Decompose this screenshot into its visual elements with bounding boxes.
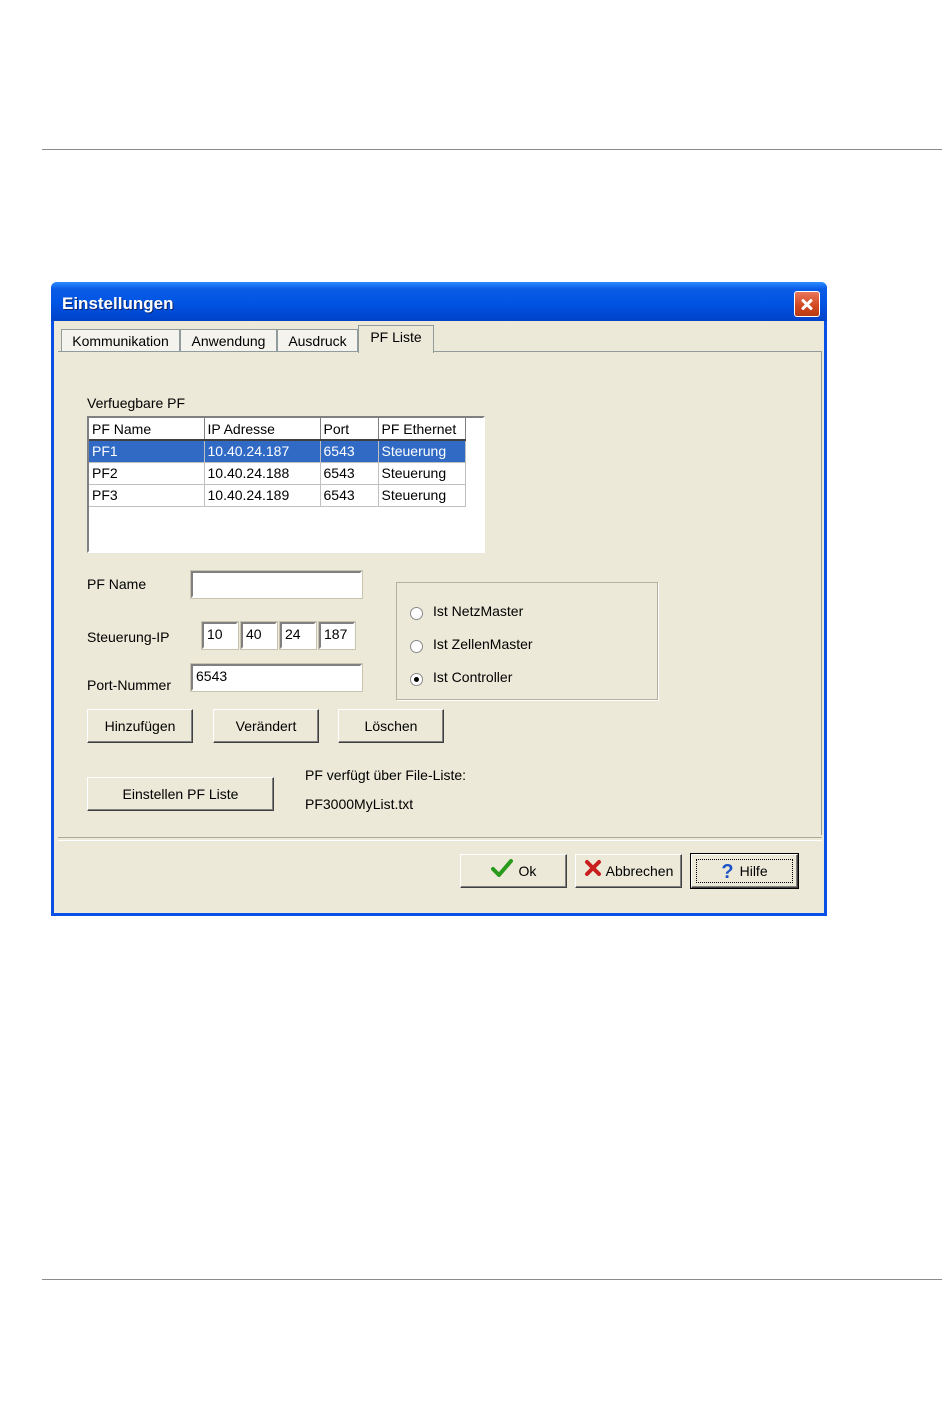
table-cell: 6543: [320, 484, 379, 507]
table-cell: PF2: [89, 462, 205, 485]
radio-zellenmaster-label[interactable]: Ist ZellenMaster: [433, 636, 533, 652]
ip-octet-4-input[interactable]: 187: [318, 621, 356, 650]
table-cell: Steuerung: [378, 462, 466, 485]
tab-ausdruck[interactable]: Ausdruck: [277, 329, 358, 352]
close-icon[interactable]: [794, 291, 820, 317]
abbrechen-label: Abbrechen: [605, 863, 674, 879]
radio-netzmaster[interactable]: [410, 607, 423, 620]
focus-rectangle: [696, 859, 793, 883]
checkmark-icon: [490, 856, 513, 888]
pf-name-label: PF Name: [87, 576, 147, 592]
abbrechen-button[interactable]: Abbrechen: [575, 854, 682, 888]
tab-label: Kommunikation: [72, 333, 169, 349]
table-cell: 10.40.24.187: [204, 440, 321, 463]
tab-label: PF Liste: [370, 329, 422, 345]
file-list-label: PF verfügt über File-Liste:: [305, 767, 467, 783]
settings-dialog: Einstellungen Kommunikation Anwendung Au…: [51, 282, 827, 916]
table-cell: PF1: [89, 440, 205, 463]
footer-separator: [58, 837, 822, 841]
port-nummer-input[interactable]: 6543: [190, 663, 363, 692]
table-row[interactable]: PF2 10.40.24.188 6543 Steuerung: [89, 462, 466, 485]
radio-netzmaster-label[interactable]: Ist NetzMaster: [433, 603, 523, 619]
ok-button[interactable]: Ok: [460, 854, 567, 888]
table-cell: 6543: [320, 440, 379, 463]
ip-octet-3-input[interactable]: 24: [279, 621, 317, 650]
role-group: Ist NetzMaster Ist ZellenMaster Ist Cont…: [396, 582, 658, 700]
table-cell: 10.40.24.189: [204, 484, 321, 507]
tab-label: Ausdruck: [288, 333, 347, 349]
hinzufuegen-button[interactable]: Hinzufügen: [87, 709, 193, 743]
radio-controller[interactable]: [410, 673, 423, 686]
pf-table: PF Name IP Adresse Port PF Ethernet PF1 …: [89, 418, 466, 507]
pf-list[interactable]: PF Name IP Adresse Port PF Ethernet PF1 …: [87, 416, 485, 553]
list-label: Verfuegbare PF: [87, 395, 186, 411]
column-header[interactable]: IP Adresse: [204, 418, 321, 441]
title-bar[interactable]: Einstellungen: [51, 282, 827, 321]
tab-pf-liste[interactable]: PF Liste: [358, 325, 434, 353]
pf-name-input[interactable]: [190, 570, 363, 599]
column-header[interactable]: PF Name: [89, 418, 205, 441]
table-cell: 6543: [320, 462, 379, 485]
table-cell: PF3: [89, 484, 205, 507]
steuerung-ip-label: Steuerung-IP: [87, 629, 170, 645]
port-nummer-label: Port-Nummer: [87, 677, 172, 693]
ip-octet-1-input[interactable]: 10: [201, 621, 239, 650]
page-rule-bottom: [42, 1279, 942, 1280]
tab-panel-pf-liste: Verfuegbare PF PF Name IP Adresse Port P…: [58, 351, 822, 835]
file-list-name: PF3000MyList.txt: [305, 796, 414, 812]
radio-zellenmaster[interactable]: [410, 640, 423, 653]
radio-controller-label[interactable]: Ist Controller: [433, 669, 512, 685]
cross-icon: [584, 856, 602, 888]
table-row[interactable]: PF3 10.40.24.189 6543 Steuerung: [89, 484, 466, 507]
table-cell: Steuerung: [378, 440, 466, 463]
page-rule-top: [42, 149, 942, 150]
column-header[interactable]: Port: [320, 418, 379, 441]
table-row[interactable]: PF1 10.40.24.187 6543 Steuerung: [89, 440, 466, 463]
hilfe-button[interactable]: ? Hilfe: [690, 853, 799, 889]
column-header[interactable]: PF Ethernet: [378, 418, 466, 441]
tab-anwendung[interactable]: Anwendung: [180, 329, 277, 352]
table-cell: 10.40.24.188: [204, 462, 321, 485]
ok-label: Ok: [518, 863, 537, 879]
tab-label: Anwendung: [191, 333, 266, 349]
table-cell: Steuerung: [378, 484, 466, 507]
veraendert-button[interactable]: Verändert: [213, 709, 319, 743]
dialog-title: Einstellungen: [62, 294, 174, 313]
tab-kommunikation[interactable]: Kommunikation: [61, 329, 180, 352]
ip-octet-2-input[interactable]: 40: [240, 621, 278, 650]
einstellen-pf-liste-button[interactable]: Einstellen PF Liste: [87, 777, 274, 811]
loeschen-button[interactable]: Löschen: [338, 709, 444, 743]
table-header: PF Name IP Adresse Port PF Ethernet: [89, 418, 466, 441]
